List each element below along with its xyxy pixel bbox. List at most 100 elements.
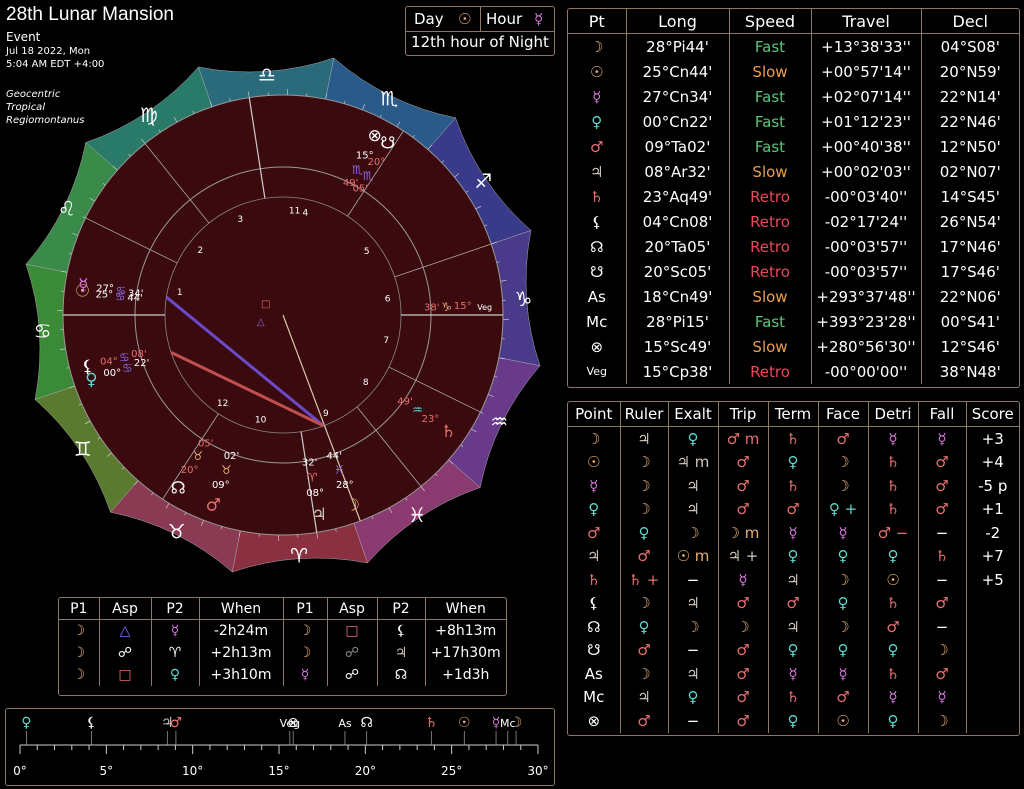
table-row[interactable]: As☽♃♂☿☿♄♂	[568, 662, 1019, 686]
positions-header: Speed	[729, 9, 811, 34]
planet-sign: ♉	[193, 449, 204, 463]
point-glyph: ☋	[568, 259, 626, 284]
planet-degree: 27°	[96, 284, 114, 295]
dignity-cell: ☉	[868, 568, 918, 592]
table-row[interactable]: ☉25°Cn44'Slow+00°57'14''20°N59'	[568, 59, 1019, 84]
table-row[interactable]: ☊20°Ta05'Retro-00°03'57''17°N46'	[568, 234, 1019, 259]
aspect-glyph: ☽	[59, 664, 99, 686]
dignity-cell: ☽	[718, 615, 768, 639]
table-row[interactable]: ⊗15°Sc49'Slow+280°56'30''12°S46'	[568, 334, 1019, 359]
longitude-cell: 15°Cp38'	[626, 359, 729, 384]
dignity-cell: ♂ −	[868, 521, 918, 545]
table-row[interactable]: ☽♃♀♂ m♄♂☿☿+3	[568, 427, 1019, 451]
planet-glyph[interactable]: Veg	[477, 303, 492, 312]
ruler-marker[interactable]: ♂	[170, 715, 183, 731]
aspects-header: P2	[151, 598, 199, 620]
table-row[interactable]: ☉☽♃ m♂♀☽♄♂+4	[568, 451, 1019, 475]
ruler-marker[interactable]: ☽	[510, 715, 523, 731]
dignity-cell: ♂	[918, 474, 966, 498]
aspect-when: +2h13m	[199, 642, 283, 664]
table-row[interactable]: ☊♀☽☽♃☽♂−	[568, 615, 1019, 639]
point-glyph: ☋	[568, 639, 620, 663]
travel-cell: +13°38'33''	[811, 34, 921, 60]
ruler-marker[interactable]: ⚸	[86, 715, 96, 731]
table-row[interactable]: ☿27°Cn34'Fast+02°07'14''22°N14'	[568, 84, 1019, 109]
dignity-cell: ♀	[768, 545, 818, 569]
declination-cell: 20°N59'	[921, 59, 1019, 84]
table-row[interactable]: ♄♄ +−☿♃☽☉−+5	[568, 568, 1019, 592]
planet-glyph[interactable]: ☋	[380, 133, 395, 153]
speed-cell: Fast	[729, 34, 811, 60]
ruler-marker[interactable]: ☊	[360, 715, 372, 731]
longitude-cell: 28°Pi44'	[626, 34, 729, 60]
sign-glyph: ♓	[408, 503, 426, 527]
ruler-marker[interactable]: ☉	[458, 715, 471, 731]
house-number: 1	[177, 288, 183, 298]
table-row[interactable]: ♀☽♃♂♂♀ +♄♂+1	[568, 498, 1019, 522]
planet-glyph[interactable]: ♃	[311, 505, 326, 525]
aspect-glyph: ☽	[283, 620, 327, 643]
speed-cell: Fast	[729, 84, 811, 109]
planet-glyph[interactable]: ♄	[441, 422, 456, 442]
longitude-cell: 04°Cn08'	[626, 209, 729, 234]
table-row[interactable]: ♀00°Cn22'Fast+01°12'23''22°N46'	[568, 109, 1019, 134]
table-row[interactable]: Mc28°Pi15'Fast+393°23'28''00°S41'	[568, 309, 1019, 334]
chart-wheel[interactable]: ♈♉♊♋♌♍♎♏♐♑♒♓123456789101112□△☽28°♓44'♃08…	[18, 40, 548, 580]
point-glyph: ☿	[568, 474, 620, 498]
dignity-cell: −	[918, 521, 966, 545]
table-row[interactable]: Mc♃♀♂♄♂☿☿	[568, 686, 1019, 710]
table-row[interactable]: ⚸04°Cn08'Retro-02°17'24''26°N54'	[568, 209, 1019, 234]
table-row[interactable]: ☿☽♃♂♄☽♄♂-5 p	[568, 474, 1019, 498]
aspects-header: Asp	[99, 598, 151, 620]
table-row[interactable]: ♃08°Ar32'Slow+00°02'03''02°N07'	[568, 159, 1019, 184]
dignities-header: Term	[768, 402, 818, 427]
longitude-cell: 25°Cn44'	[626, 59, 729, 84]
declination-cell: 12°N50'	[921, 134, 1019, 159]
planet-glyph[interactable]: ⚸	[81, 357, 93, 377]
dignity-cell: ☿	[718, 568, 768, 592]
ruler-tick-label: 20°	[355, 764, 376, 778]
house-number: 3	[237, 215, 243, 225]
travel-cell: +393°23'28''	[811, 309, 921, 334]
dignities-header: Trip	[718, 402, 768, 427]
point-glyph: As	[568, 284, 626, 309]
dignity-cell	[966, 686, 1019, 710]
dignity-cell: ♂	[620, 709, 668, 733]
table-row[interactable]: ⚸☽♃♂♂♀♄♂	[568, 592, 1019, 616]
table-row[interactable]: ☽28°Pi44'Fast+13°38'33''04°S08'	[568, 34, 1019, 60]
dignity-cell: ☉ m	[668, 545, 718, 569]
longitude-cell: 23°Aq49'	[626, 184, 729, 209]
dignity-cell: +4	[966, 451, 1019, 475]
dignity-cell: ♃	[668, 662, 718, 686]
dignity-cell: ☉	[818, 709, 868, 733]
table-row[interactable]: ☋♂−♂♀♀♀☽	[568, 639, 1019, 663]
table-row[interactable]: ♂♀☽☽ m☿☿♂ −−-2	[568, 521, 1019, 545]
planet-glyph[interactable]: ☽	[345, 496, 360, 516]
table-row[interactable]: ⊗♂−♂♀☉♀☽	[568, 709, 1019, 733]
planet-glyph[interactable]: ☊	[171, 479, 186, 499]
dignity-cell: ☿	[918, 686, 966, 710]
ruler-marker[interactable]: As	[338, 717, 352, 730]
table-row[interactable]: As18°Cn49'Slow+293°37'48''22°N06'	[568, 284, 1019, 309]
table-row[interactable]: ♄23°Aq49'Retro-00°03'40''14°S45'	[568, 184, 1019, 209]
dignity-cell: ☽	[620, 592, 668, 616]
ruler-marker[interactable]: ⊗	[287, 715, 299, 731]
table-row[interactable]: ☽□♀+3h10m☿☍☊+1d3h	[59, 664, 506, 686]
table-row[interactable]: ♂09°Ta02'Fast+00°40'38''12°N50'	[568, 134, 1019, 159]
dignity-cell: ☿	[868, 427, 918, 451]
dignity-cell: ♄	[868, 451, 918, 475]
planet-glyph[interactable]: ☿	[78, 275, 88, 295]
table-row[interactable]: ♃♂☉ m♃ +♀♀♀♄+7	[568, 545, 1019, 569]
planet-glyph[interactable]: ♂	[206, 496, 221, 516]
ruler-marker[interactable]: ♄	[425, 715, 438, 731]
planet-degree: 23°	[422, 414, 440, 425]
table-row[interactable]: Veg15°Cp38'Retro-00°00'00''38°N48'	[568, 359, 1019, 384]
table-row[interactable]: ☋20°Sc05'Retro-00°03'57''17°S46'	[568, 259, 1019, 284]
dignity-cell: ♃	[768, 615, 818, 639]
ruler-marker[interactable]: ♀	[21, 715, 31, 731]
ruler-tick-label: 0°	[13, 764, 27, 778]
table-row[interactable]: ☽☍♈+2h13m☽☍♃+17h30m	[59, 642, 506, 664]
table-row[interactable]: ☽△☿-2h24m☽□⚸+8h13m	[59, 620, 506, 643]
dignity-cell: ☽ m	[718, 521, 768, 545]
sign-glyph: ♐	[474, 169, 492, 193]
